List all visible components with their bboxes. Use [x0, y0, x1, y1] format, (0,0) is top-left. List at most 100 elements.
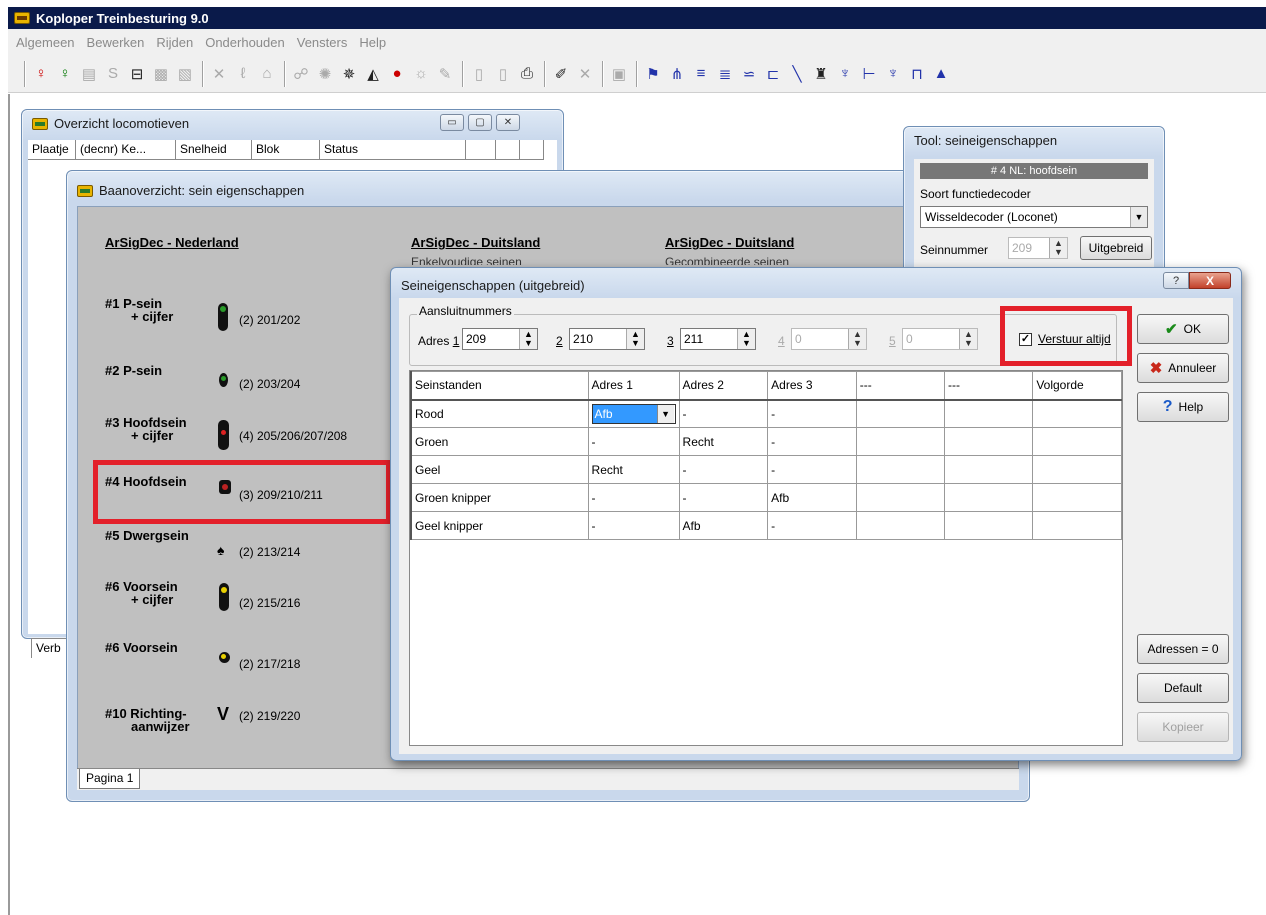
- menu-bewerken[interactable]: Bewerken: [81, 35, 151, 50]
- speaker-icon[interactable]: ✵: [338, 62, 360, 86]
- grid-cell[interactable]: [944, 427, 1034, 456]
- tab-verb[interactable]: Verb: [31, 638, 71, 658]
- grid-cell[interactable]: -: [587, 427, 680, 456]
- cross-icon[interactable]: ✕: [208, 62, 230, 86]
- maximize-button[interactable]: ▢: [468, 114, 492, 131]
- state-select[interactable]: Afb ▼: [591, 403, 676, 424]
- signal2-icon[interactable]: ♆: [834, 62, 856, 86]
- header-adres-3[interactable]: Adres 3: [767, 371, 857, 401]
- grid-cell[interactable]: [855, 455, 946, 484]
- tool-icon[interactable]: ℓ: [232, 62, 254, 86]
- stepper-arrows-icon[interactable]: ▲ ▼: [848, 329, 866, 349]
- menu-vensters[interactable]: Vensters: [291, 35, 354, 50]
- grid-cell[interactable]: -: [587, 511, 680, 540]
- header-adres-5[interactable]: ---: [944, 371, 1034, 401]
- page2-icon[interactable]: ▯: [492, 62, 514, 86]
- grid-cell[interactable]: -: [678, 483, 769, 512]
- grid-cell[interactable]: Geel knipper: [409, 511, 589, 540]
- stepper-arrows-icon[interactable]: ▲ ▼: [519, 329, 537, 349]
- column-status[interactable]: Status: [320, 140, 466, 160]
- sein-label[interactable]: #10 Richting- aanwijzer: [105, 707, 190, 733]
- grid-cell[interactable]: -: [767, 511, 857, 540]
- grid-cell[interactable]: [1032, 399, 1122, 428]
- gear-icon[interactable]: ✺: [314, 62, 336, 86]
- menu-help[interactable]: Help: [353, 35, 392, 50]
- adres-1-stepper[interactable]: 209 ▲ ▼: [462, 328, 538, 350]
- image-icon[interactable]: ▩: [150, 62, 172, 86]
- grid-cell[interactable]: -: [767, 455, 857, 484]
- grid-cell[interactable]: [855, 483, 946, 512]
- grid-cell[interactable]: Rood: [409, 399, 589, 428]
- grid-cell[interactable]: [944, 455, 1034, 484]
- ok-button[interactable]: ✔ OK: [1137, 314, 1229, 344]
- triangle-icon[interactable]: ▲: [930, 62, 952, 86]
- grid-cell[interactable]: Groen knipper: [409, 483, 589, 512]
- minimize-button[interactable]: ▭: [440, 114, 464, 131]
- signal-green-icon[interactable]: ♀: [54, 62, 76, 86]
- stepper-arrows-icon[interactable]: ▲ ▼: [626, 329, 644, 349]
- default-button[interactable]: Default: [1137, 673, 1229, 703]
- image2-icon[interactable]: ▧: [174, 62, 196, 86]
- column-blok[interactable]: Blok: [252, 140, 320, 160]
- grid-cell[interactable]: Recht: [678, 427, 769, 456]
- grid-cell[interactable]: -: [767, 399, 857, 428]
- grid-cell[interactable]: [1032, 511, 1122, 540]
- annuleer-button[interactable]: ✖ Annuleer: [1137, 353, 1229, 383]
- column-snelheid[interactable]: Snelheid: [176, 140, 252, 160]
- adres-2-stepper[interactable]: 210 ▲ ▼: [569, 328, 645, 350]
- grid-cell[interactable]: -: [678, 455, 769, 484]
- stepper-arrows-icon[interactable]: ▲ ▼: [1049, 238, 1067, 258]
- seinnummer-stepper[interactable]: 209 ▲ ▼: [1008, 237, 1068, 259]
- save-icon[interactable]: ▣: [608, 62, 630, 86]
- column-extra[interactable]: [520, 140, 544, 160]
- track-icon[interactable]: ≡: [690, 62, 712, 86]
- chevron-down-icon[interactable]: ▼: [656, 404, 674, 423]
- adres-4-stepper[interactable]: 0 ▲ ▼: [791, 328, 867, 350]
- grid-cell-editing[interactable]: Afb ▼: [587, 399, 680, 428]
- kopieer-button[interactable]: Kopieer: [1137, 712, 1229, 742]
- close-caption-button[interactable]: X: [1189, 272, 1231, 289]
- column-decnr[interactable]: (decnr) Ke...: [76, 140, 176, 160]
- sein-label[interactable]: #2 P-sein: [105, 364, 162, 377]
- signal3-icon[interactable]: ♆: [882, 62, 904, 86]
- sein-label[interactable]: #1 P-sein + cijfer: [105, 297, 173, 323]
- page-icon[interactable]: ▯: [468, 62, 490, 86]
- tab-pagina-1[interactable]: Pagina 1: [79, 769, 141, 789]
- signal-red-icon[interactable]: ♀: [30, 62, 52, 86]
- header-adres-2[interactable]: Adres 2: [678, 371, 769, 401]
- loco-icon[interactable]: ▤: [78, 62, 100, 86]
- adressen-reset-button[interactable]: Adressen = 0: [1137, 634, 1229, 664]
- uitgebreid-button[interactable]: Uitgebreid: [1080, 236, 1152, 260]
- grid-cell[interactable]: -: [587, 483, 680, 512]
- flag-icon[interactable]: ⚑: [642, 62, 664, 86]
- sein-label[interactable]: #5 Dwergsein: [105, 529, 189, 542]
- adres-3-stepper[interactable]: 211 ▲ ▼: [680, 328, 756, 350]
- grid-cell[interactable]: [944, 511, 1034, 540]
- close-button[interactable]: ✕: [496, 114, 520, 131]
- column-extra[interactable]: [496, 140, 520, 160]
- signal4-icon[interactable]: ⊓: [906, 62, 928, 86]
- grid-icon[interactable]: ⊟: [126, 62, 148, 86]
- pencil-icon[interactable]: ✐: [550, 62, 572, 86]
- header-seinstanden[interactable]: Seinstanden: [409, 371, 589, 401]
- column-plaatje[interactable]: Plaatje: [28, 140, 76, 160]
- wrench-icon[interactable]: ✎: [434, 62, 456, 86]
- grid-cell[interactable]: [944, 399, 1034, 428]
- grid-cell[interactable]: [855, 511, 946, 540]
- grid-cell[interactable]: Groen: [409, 427, 589, 456]
- track2-icon[interactable]: ≣: [714, 62, 736, 86]
- printer-icon[interactable]: ⎙: [516, 62, 538, 86]
- grid-cell[interactable]: -: [767, 427, 857, 456]
- menu-algemeen[interactable]: Algemeen: [10, 35, 81, 50]
- adres-5-stepper[interactable]: 0 ▲ ▼: [902, 328, 978, 350]
- grid-cell[interactable]: [944, 483, 1034, 512]
- grid-cell[interactable]: Afb: [767, 483, 857, 512]
- column-extra[interactable]: [466, 140, 496, 160]
- sein-label[interactable]: #6 Voorsein: [105, 641, 178, 654]
- header-adres-1[interactable]: Adres 1: [587, 371, 680, 401]
- junction-icon[interactable]: ⊢: [858, 62, 880, 86]
- grid-cell[interactable]: Recht: [587, 455, 680, 484]
- grid-cell[interactable]: Afb: [678, 511, 769, 540]
- grid-cell[interactable]: [855, 399, 946, 428]
- line-icon[interactable]: ╲: [786, 62, 808, 86]
